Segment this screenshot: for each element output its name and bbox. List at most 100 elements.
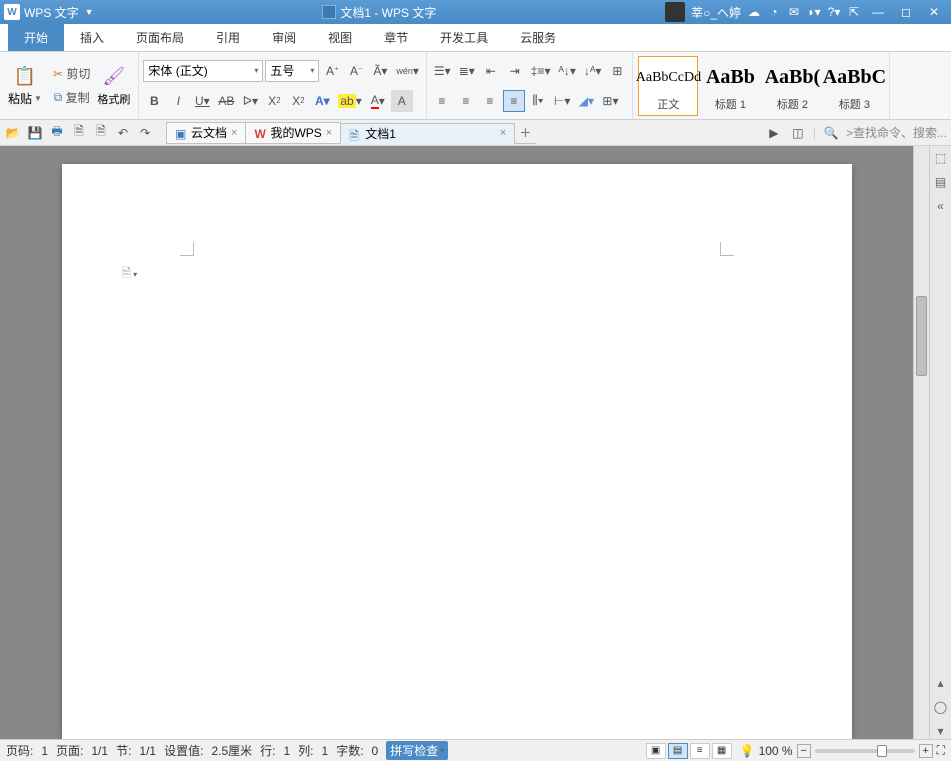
browse-object-icon[interactable]: ◯ [933, 699, 949, 715]
zoom-level[interactable]: 100 % [759, 744, 793, 758]
close-tab-icon[interactable]: × [326, 127, 332, 139]
change-case-button[interactable]: Ã▾ [369, 60, 391, 82]
search-input[interactable]: >查找命令、搜索... [846, 124, 947, 141]
text-effects-button[interactable]: A▾ [311, 90, 333, 112]
zoom-slider[interactable] [815, 749, 915, 753]
feedback-icon[interactable]: ✉ [787, 5, 801, 19]
bold-button[interactable]: B [143, 90, 165, 112]
skin-icon[interactable]: ◔ [767, 5, 781, 19]
format-painter-button[interactable]: 🖌 格式刷 [93, 63, 134, 109]
tab-start[interactable]: 开始 [8, 24, 64, 51]
help-icon[interactable]: ?▾ [827, 5, 841, 19]
close-tab-icon[interactable]: × [500, 127, 506, 139]
play-slideshow-icon[interactable]: ▶ [765, 124, 783, 142]
subscript-button[interactable]: X2 [287, 90, 309, 112]
shading-button[interactable]: ◢▾ [575, 90, 597, 112]
user-name[interactable]: 莘○_へ婷 [691, 4, 741, 21]
align-right-button[interactable]: ≡ [479, 90, 501, 112]
new-tab-button[interactable]: ＋ [514, 122, 536, 143]
style-heading1[interactable]: AaBb标题 1 [700, 56, 760, 116]
font-color-button[interactable]: A▾ [367, 90, 389, 112]
nav-pane-icon[interactable]: ▤ [933, 174, 949, 190]
table-grid-button[interactable]: ⊞ [606, 60, 628, 82]
fit-page-icon[interactable]: ⛶ [937, 743, 945, 758]
zoom-slider-knob[interactable] [877, 745, 887, 757]
tab-reference[interactable]: 引用 [200, 24, 256, 51]
paste-button[interactable]: 📋 粘贴▼ [4, 62, 46, 109]
undo-button[interactable]: ↶ [114, 124, 132, 142]
char-shading-button[interactable]: A [391, 90, 413, 112]
print-preview-button[interactable]: 🗎 [70, 124, 88, 142]
page-options-button[interactable]: 🗎▾ [122, 264, 138, 285]
minimize-button[interactable]: — [867, 4, 889, 20]
copy-button[interactable]: ⧉ 复制 [50, 87, 93, 109]
save-button[interactable]: 💾 [26, 124, 44, 142]
phonetic-guide-button[interactable]: wén▾ [393, 60, 422, 82]
font-size-select[interactable]: 五号▾ [265, 60, 319, 82]
tab-view[interactable]: 视图 [312, 24, 368, 51]
vertical-scrollbar[interactable] [913, 146, 929, 739]
lightbulb-icon[interactable]: 💡 [740, 744, 755, 758]
borders-button[interactable]: ⊞▾ [599, 90, 621, 112]
status-pages-value[interactable]: 1/1 [91, 744, 108, 758]
next-page-icon[interactable]: ▾ [933, 723, 949, 739]
status-chars-value[interactable]: 0 [372, 744, 379, 758]
close-window-button[interactable]: ✕ [923, 4, 945, 20]
select-tool-icon[interactable]: ⬚ [933, 150, 949, 166]
whatsnew-icon[interactable]: ◗▾ [807, 5, 821, 19]
bullets-button[interactable]: ☰▾ [431, 60, 454, 82]
shrink-font-button[interactable]: A⁻ [345, 60, 367, 82]
tab-developer[interactable]: 开发工具 [424, 24, 504, 51]
zoom-in-button[interactable]: + [919, 744, 933, 758]
tab-cloud-docs[interactable]: ▣ 云文档 × [166, 122, 246, 143]
numbering-button[interactable]: ≣▾ [456, 60, 478, 82]
prev-page-icon[interactable]: ▴ [933, 675, 949, 691]
align-center-button[interactable]: ≡ [455, 90, 477, 112]
tab-review[interactable]: 审阅 [256, 24, 312, 51]
style-heading3[interactable]: AaBbC标题 3 [824, 56, 884, 116]
tab-insert[interactable]: 插入 [64, 24, 120, 51]
font-family-select[interactable]: 宋体 (正文)▾ [143, 60, 263, 82]
redo-button[interactable]: ↷ [136, 124, 154, 142]
page[interactable]: 🗎▾ [62, 164, 852, 739]
app-menu-dropdown[interactable]: ▼ [85, 7, 94, 17]
strikethrough-button[interactable]: AB [215, 90, 237, 112]
view-fullscreen-button[interactable]: ▣ [646, 743, 666, 759]
line-spacing-button[interactable]: ‡≡▾ [528, 60, 554, 82]
highlight-button[interactable]: ab▾ [335, 90, 364, 112]
scrollbar-thumb[interactable] [916, 296, 927, 376]
superscript-button[interactable]: X2 [263, 90, 285, 112]
style-heading2[interactable]: AaBb(标题 2 [762, 56, 822, 116]
decrease-indent-button[interactable]: ⇤ [480, 60, 502, 82]
cut-button[interactable]: ✂ 剪切 [50, 63, 93, 85]
style-normal[interactable]: AaBbCcDd正文 [638, 56, 698, 116]
open-button[interactable]: 📂 [4, 124, 22, 142]
close-tab-icon[interactable]: × [231, 127, 237, 139]
fullscreen-up-icon[interactable]: ⇱ [847, 5, 861, 19]
tab-stops-button[interactable]: ⊢▾ [551, 90, 573, 112]
emphasis-mark-button[interactable]: ᐅ▾ [239, 90, 261, 112]
justify-button[interactable]: ≡ [503, 90, 525, 112]
tab-chapter[interactable]: 章节 [368, 24, 424, 51]
distribute-button[interactable]: ⫼▾ [527, 90, 549, 112]
document-viewport[interactable]: 🗎▾ [0, 146, 913, 739]
spellcheck-button[interactable]: 拼写检查▾ [386, 741, 448, 760]
collapse-icon[interactable]: « [933, 198, 949, 214]
underline-button[interactable]: U▾ [191, 90, 213, 112]
tab-document1[interactable]: 🗎 文档1 × [340, 123, 515, 144]
grow-font-button[interactable]: A⁺ [321, 60, 343, 82]
status-page-value[interactable]: 1 [41, 744, 48, 758]
align-left-button[interactable]: ≡ [431, 90, 453, 112]
tab-layout[interactable]: 页面布局 [120, 24, 200, 51]
export-pdf-button[interactable]: 🗎 [92, 124, 110, 142]
italic-button[interactable]: I [167, 90, 189, 112]
zoom-out-button[interactable]: − [797, 744, 811, 758]
user-avatar[interactable] [665, 2, 685, 22]
cloud-sync-icon[interactable]: ☁ [747, 5, 761, 19]
layout-toggle-icon[interactable]: ◫ [789, 124, 807, 142]
view-print-layout-button[interactable]: ▤ [668, 743, 688, 759]
sort-button[interactable]: ↓ᴬ▾ [581, 60, 604, 82]
maximize-button[interactable]: ◻ [895, 4, 917, 20]
search-icon[interactable]: 🔍 [822, 124, 840, 142]
tab-cloud[interactable]: 云服务 [504, 24, 572, 51]
